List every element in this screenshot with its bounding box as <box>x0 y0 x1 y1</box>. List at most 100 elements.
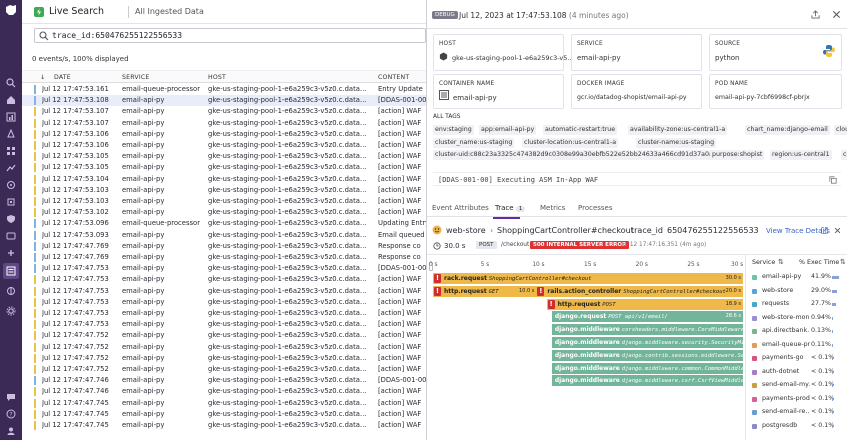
trace-service[interactable]: web-store <box>446 226 486 235</box>
table-row[interactable]: Jul 12 17:47:53.161 email-queue-processor… <box>22 84 426 95</box>
service-breakdown-row[interactable]: web-store 29.0% <box>752 287 847 299</box>
table-row[interactable]: Jul 12 17:47:53.107 email-api-py gke-us-st… <box>22 106 426 117</box>
col-date[interactable]: DATE <box>54 74 71 81</box>
col-content[interactable]: CONTENT <box>378 74 409 81</box>
col-service[interactable]: SERVICE <box>122 74 150 81</box>
table-row[interactable]: Jul 12 17:47:53.105 email-api-py gke-us-st… <box>22 151 426 162</box>
table-row[interactable]: Jul 12 17:47:53.107 email-api-py gke-us-st… <box>22 118 426 129</box>
copy-icon[interactable] <box>829 176 837 184</box>
service-breakdown-row[interactable]: web-store-mon…0.94% <box>752 314 847 326</box>
service-breakdown-row[interactable]: payments-go < 0.1% <box>752 354 847 366</box>
home-nav-icon[interactable] <box>6 95 16 105</box>
tag-chip[interactable]: region:us-central1 <box>770 150 832 160</box>
table-row[interactable]: Jul 12 17:47:47.752 email-api-py gke-us-st… <box>22 353 426 364</box>
pod-name-tile[interactable]: POD NAME email-api-py-7cbf6998cf-pbrjx <box>709 74 842 109</box>
ci-nav-icon[interactable] <box>6 248 16 258</box>
tab-event-attributes[interactable]: Event Attributes <box>432 204 489 212</box>
tag-chip[interactable]: purpose:shopist <box>710 150 765 160</box>
tag-chip[interactable]: cloud_provider:gcp <box>834 125 847 135</box>
chat-nav-icon[interactable] <box>6 392 16 402</box>
datadog-logo-icon[interactable] <box>4 3 18 17</box>
index-selector[interactable]: All Ingested Data <box>135 7 204 16</box>
service-breakdown-row[interactable]: email-queue-pr…0.11% <box>752 341 847 353</box>
tag-chip[interactable]: app:email-api-py <box>479 125 537 135</box>
tag-chip[interactable]: cluster-name:us-staging <box>636 138 717 148</box>
table-row[interactable]: Jul 12 17:47:53.108 email-api-py gke-us-st… <box>22 95 426 107</box>
table-row[interactable]: Jul 12 17:47:47.769 email-api-py gke-us-st… <box>22 241 426 252</box>
tab-processes[interactable]: Processes <box>578 204 613 212</box>
col-host[interactable]: HOST <box>208 74 226 81</box>
service-breakdown-row[interactable]: auth-dotnet < 0.1% <box>752 368 847 380</box>
tag-chip[interactable]: chart_name:django-email <box>745 125 830 135</box>
span-bar[interactable]: rails.action_controller ShoppingCartCont… <box>536 285 743 297</box>
service-sort-icon[interactable]: ⇅ <box>778 258 784 266</box>
table-row[interactable]: Jul 12 17:47:47.753 email-api-py gke-us-st… <box>22 286 426 297</box>
tag-chip[interactable]: c… <box>841 150 847 160</box>
table-row[interactable]: Jul 12 17:47:47.753 email-api-py gke-us-st… <box>22 263 426 274</box>
search-input[interactable]: trace_id:650476255122556533 <box>34 28 426 43</box>
service-mgmt-nav-icon[interactable] <box>6 286 16 296</box>
service-tile[interactable]: SERVICE email-api-py <box>571 34 702 71</box>
table-row[interactable]: Jul 12 17:47:47.752 email-api-py gke-us-st… <box>22 342 426 353</box>
table-row[interactable]: Jul 12 17:47:47.746 email-api-py gke-us-st… <box>22 375 426 386</box>
source-tile[interactable]: SOURCE python <box>709 34 842 71</box>
security-nav-icon[interactable] <box>6 214 16 224</box>
table-row[interactable]: Jul 12 17:47:53.096 email-queue-processor… <box>22 218 426 229</box>
table-row[interactable]: Jul 12 17:47:53.103 email-api-py gke-us-st… <box>22 185 426 196</box>
table-row[interactable]: Jul 12 17:47:47.745 email-api-py gke-us-st… <box>22 398 426 409</box>
span-bar[interactable]: django.middleware django.contrib.session… <box>551 349 743 361</box>
table-row[interactable]: Jul 12 17:47:47.753 email-api-py gke-us-st… <box>22 319 426 330</box>
span-bar[interactable]: django.middleware django.middleware.secu… <box>551 337 743 348</box>
tab-trace[interactable]: Trace 1 <box>495 204 526 212</box>
close-trace-icon[interactable] <box>834 227 841 234</box>
container-name-tile[interactable]: CONTAINER NAME email-api-py <box>433 74 564 109</box>
table-row[interactable]: Jul 12 17:47:53.093 email-api-py gke-us-st… <box>22 230 426 241</box>
monitors-nav-icon[interactable] <box>6 129 16 139</box>
logs-nav-item-active[interactable] <box>3 263 19 279</box>
exec-time-col-header[interactable]: % Exec Time <box>799 259 839 266</box>
settings-nav-icon[interactable] <box>6 306 16 316</box>
close-icon[interactable] <box>832 10 841 19</box>
apm-nav-icon[interactable] <box>6 163 16 173</box>
trace-resource[interactable]: ShoppingCartController#checkout <box>497 226 634 235</box>
span-bar[interactable]: http.request POST 18.9 s <box>546 298 743 310</box>
service-breakdown-row[interactable]: api.directbank… 0.13% <box>752 327 847 339</box>
user-nav-icon[interactable] <box>6 426 16 436</box>
service-breakdown-row[interactable]: email-api-py 41.9% <box>752 273 847 285</box>
tag-chip[interactable]: automatic-restart:true <box>543 125 618 135</box>
ux-monitoring-nav-icon[interactable] <box>6 231 16 241</box>
integrations-nav-icon[interactable] <box>6 197 16 207</box>
search-query[interactable]: trace_id:650476255122556533 <box>52 31 182 40</box>
table-row[interactable]: Jul 12 17:47:53.106 email-api-py gke-us-st… <box>22 140 426 151</box>
table-row[interactable]: Jul 12 17:47:47.753 email-api-py gke-us-st… <box>22 274 426 285</box>
table-row[interactable]: Jul 12 17:47:47.752 email-api-py gke-us-st… <box>22 364 426 375</box>
span-bar[interactable]: rack.request ShoppingCartController#chec… <box>433 273 743 284</box>
infrastructure-nav-icon[interactable] <box>6 146 16 156</box>
table-row[interactable]: Jul 12 17:47:47.753 email-api-py gke-us-st… <box>22 297 426 308</box>
tab-metrics[interactable]: Metrics <box>540 204 565 212</box>
tag-chip[interactable]: cluster-uid:c88c23a3325c474382d9c0308e99… <box>433 150 723 160</box>
table-row[interactable]: Jul 12 17:47:47.745 email-api-py gke-us-st… <box>22 420 426 431</box>
table-row[interactable]: Jul 12 17:47:53.102 email-api-py gke-us-st… <box>22 207 426 218</box>
table-row[interactable]: Jul 12 17:47:47.746 email-api-py gke-us-st… <box>22 386 426 397</box>
table-row[interactable]: Jul 12 17:47:47.769 email-api-py gke-us-st… <box>22 252 426 263</box>
host-tile[interactable]: HOST gke-us-staging-pool-1-e6a259c3-v5… <box>433 34 574 71</box>
span-bar[interactable]: django.middleware django.middleware.csrf… <box>551 375 743 387</box>
service-breakdown-row[interactable]: requests 27.7% <box>752 300 847 312</box>
dashboards-nav-icon[interactable] <box>6 112 16 122</box>
span-bar[interactable]: http.request GET 10.0 s <box>433 285 537 297</box>
tag-chip[interactable]: availability-zone:us-central1-a <box>628 125 728 135</box>
external-link-icon[interactable] <box>821 227 828 234</box>
span-bar[interactable]: django.request POST api/v1/email/28.6 s <box>551 311 743 323</box>
service-breakdown-row[interactable]: send-email-my… < 0.1% <box>752 381 847 393</box>
service-col-header[interactable]: Service <box>752 259 775 266</box>
search-nav-icon[interactable] <box>6 78 16 88</box>
table-row[interactable]: Jul 12 17:47:47.745 email-api-py gke-us-st… <box>22 409 426 420</box>
table-row[interactable]: Jul 12 17:47:53.105 email-api-py gke-us-st… <box>22 162 426 173</box>
span-bar[interactable]: django.middleware django.middleware.comm… <box>551 362 743 374</box>
docker-image-tile[interactable]: DOCKER IMAGE gcr.io/datadog-shopist/emai… <box>571 74 702 109</box>
help-nav-icon[interactable]: ? <box>6 409 16 419</box>
exec-sort-icon[interactable]: ⇅ <box>840 258 846 266</box>
tag-chip[interactable]: cluster_name:us-staging <box>433 138 515 148</box>
sort-arrow-icon[interactable]: ↓ <box>40 74 45 81</box>
